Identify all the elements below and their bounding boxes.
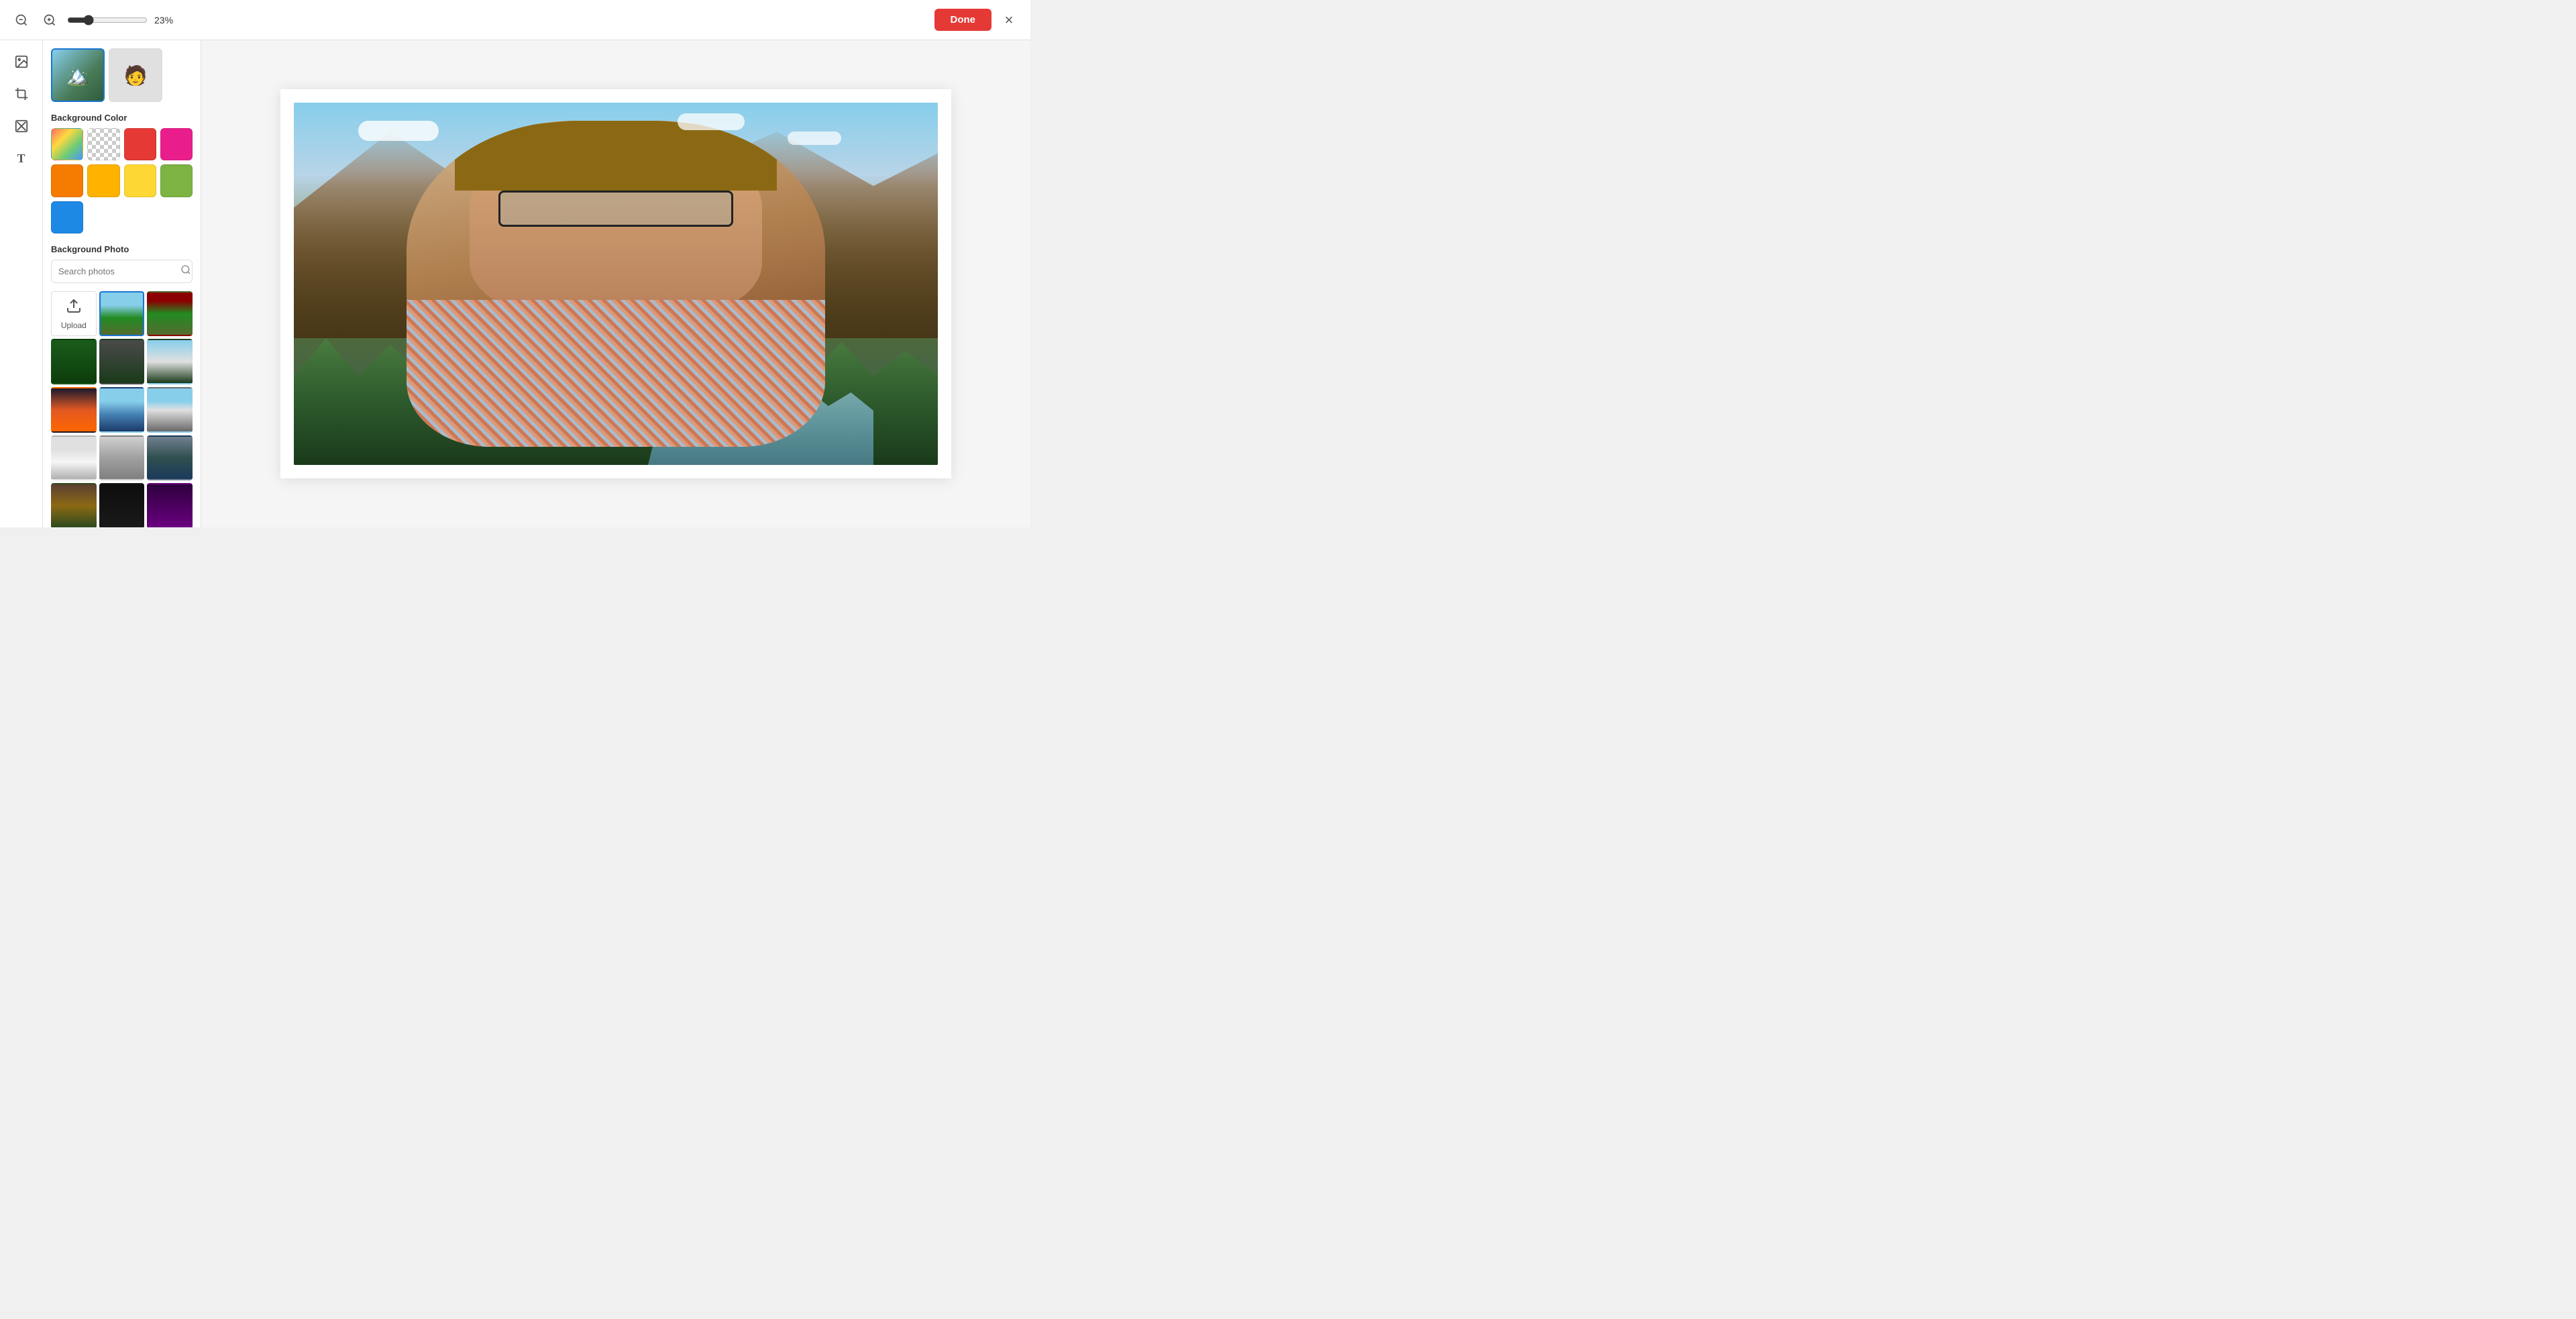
photo-cell-5[interactable] (147, 339, 193, 384)
sidebar-content: 🏔️ 🧑 Background Color (43, 40, 201, 527)
close-button[interactable]: × (998, 9, 1020, 31)
crop-tool-button[interactable] (7, 79, 36, 109)
color-grid (51, 128, 193, 233)
search-input[interactable] (58, 266, 176, 276)
zoom-in-button[interactable] (39, 9, 60, 31)
color-swatch-blue[interactable] (51, 201, 83, 233)
photo-cell-13[interactable] (99, 483, 145, 527)
photo-cell-10[interactable] (99, 435, 145, 481)
photo-cell-9[interactable] (51, 435, 97, 481)
color-swatch-red[interactable] (124, 128, 156, 160)
upload-label: Upload (61, 321, 87, 330)
color-swatch-green[interactable] (160, 164, 193, 197)
photo-grid: Upload (51, 291, 193, 527)
photo-cell-1[interactable] (99, 291, 145, 337)
photo-cell-8[interactable] (147, 387, 193, 433)
done-button[interactable]: Done (934, 9, 992, 31)
upload-icon (66, 298, 82, 318)
tool-icons-panel: T (0, 40, 43, 527)
background-color-label: Background Color (51, 113, 193, 123)
photo-cell-7[interactable] (99, 387, 145, 433)
color-swatch-transparent[interactable] (87, 128, 119, 160)
color-swatch-amber[interactable] (87, 164, 119, 197)
preview-thumb-1[interactable]: 🏔️ (51, 48, 105, 102)
photo-cell-3[interactable] (51, 339, 97, 384)
photo-cell-4[interactable] (99, 339, 145, 384)
color-swatch-gradient[interactable] (51, 128, 83, 160)
photo-cell-14[interactable] (147, 483, 193, 527)
search-bar (51, 260, 193, 283)
background-photo-label: Background Photo (51, 244, 193, 254)
photo-cell-2[interactable] (147, 291, 193, 337)
zoom-out-button[interactable] (11, 9, 32, 31)
canvas-area (201, 40, 1030, 527)
zoom-slider[interactable] (67, 15, 148, 25)
image-tool-button[interactable] (7, 47, 36, 76)
preview-thumb-2[interactable]: 🧑 (109, 48, 162, 102)
photo-cell-6[interactable] (51, 387, 97, 433)
photo-cell-12[interactable] (51, 483, 97, 527)
upload-button[interactable]: Upload (51, 291, 97, 337)
photo-cell-11[interactable] (147, 435, 193, 481)
color-swatch-orange[interactable] (51, 164, 83, 197)
color-swatch-yellow[interactable] (124, 164, 156, 197)
toolbar: 23% Done × (0, 0, 1030, 40)
text-tool-button[interactable]: T (7, 144, 36, 173)
search-icon (180, 264, 191, 278)
color-swatch-pink[interactable] (160, 128, 193, 160)
canvas-image-inner (294, 103, 938, 465)
left-panel: T 🏔️ 🧑 Background Color (0, 40, 201, 527)
erase-tool-button[interactable] (7, 111, 36, 141)
canvas-frame (280, 89, 951, 478)
zoom-value: 23% (154, 15, 181, 25)
main-content: T 🏔️ 🧑 Background Color (0, 40, 1030, 527)
preview-thumbnails: 🏔️ 🧑 (51, 48, 193, 102)
modal-container: 23% Done × (0, 0, 1030, 527)
